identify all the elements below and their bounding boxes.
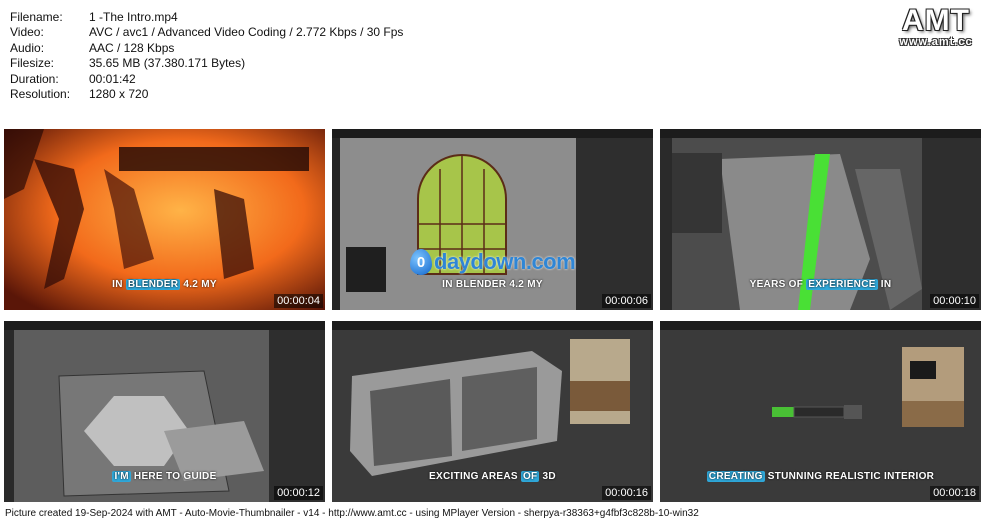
timestamp: 00:00:12 bbox=[274, 486, 323, 500]
file-info-key: Audio: bbox=[10, 40, 45, 55]
caption-word: YEARS OF bbox=[749, 279, 807, 290]
amt-logo: AMT www.amt.cc bbox=[888, 4, 984, 56]
caption-word: EXPERIENCE bbox=[806, 279, 878, 290]
caption-word: I'M bbox=[112, 471, 131, 482]
thumbnail-4[interactable]: I'M HERE TO GUIDE 00:00:12 bbox=[4, 321, 325, 502]
watermark-text: daydown.com bbox=[434, 249, 576, 274]
file-info-value: AVC / avc1 / Advanced Video Coding / 2.7… bbox=[89, 25, 404, 40]
timestamp: 00:00:18 bbox=[930, 486, 979, 500]
timestamp: 00:00:04 bbox=[274, 294, 323, 308]
thumbnail-1[interactable]: IN BLENDER 4.2 MY 00:00:04 bbox=[4, 129, 325, 310]
subtitle-caption: IN BLENDER 4.2 MY bbox=[4, 279, 325, 290]
file-info-key: Duration: bbox=[10, 71, 59, 86]
watermark-drop-icon: 0 bbox=[410, 249, 432, 275]
file-info-row: Audio: AAC / 128 Kbps bbox=[10, 41, 403, 56]
timestamp: 00:00:16 bbox=[602, 486, 651, 500]
file-info-value: 00:01:42 bbox=[89, 71, 136, 86]
subtitle-caption: CREATING STUNNING REALISTIC INTERIOR bbox=[660, 471, 981, 482]
caption-word: HERE TO GUIDE bbox=[130, 471, 217, 482]
caption-word: EXCITING AREAS bbox=[429, 471, 521, 482]
file-info-value: 35.65 MB (37.380.171 Bytes) bbox=[89, 56, 246, 71]
caption-word: BLENDER bbox=[125, 279, 181, 290]
caption-word: 4.2 MY bbox=[180, 279, 217, 290]
thumbnail-3[interactable]: YEARS OF EXPERIENCE IN 00:00:10 bbox=[660, 129, 981, 310]
subtitle-caption: YEARS OF EXPERIENCE IN bbox=[660, 279, 981, 290]
caption-word: 4.2 MY bbox=[506, 279, 543, 290]
footer-credit: Picture created 19-Sep-2024 with AMT - A… bbox=[5, 508, 699, 519]
subtitle-caption: IN BLENDER 4.2 MY bbox=[332, 279, 653, 290]
file-info-value: AAC / 128 Kbps bbox=[89, 40, 175, 55]
file-info-value: 1 -The Intro.mp4 bbox=[89, 10, 178, 24]
caption-word: 3D bbox=[539, 471, 556, 482]
file-info-row: Video: AVC / avc1 / Advanced Video Coding… bbox=[10, 25, 403, 40]
subtitle-caption: I'M HERE TO GUIDE bbox=[4, 471, 325, 482]
watermark: 0 daydown.com bbox=[410, 249, 576, 275]
caption-word: BLENDER bbox=[455, 279, 507, 290]
logo-title: AMT bbox=[902, 4, 970, 37]
caption-word: IN bbox=[112, 279, 126, 290]
file-info-key: Filename: bbox=[10, 10, 63, 24]
file-info-key: Resolution: bbox=[10, 87, 71, 102]
file-info-row: Filesize: 35.65 MB (37.380.171 Bytes) bbox=[10, 56, 403, 71]
thumbnail-5[interactable]: EXCITING AREAS OF 3D 00:00:16 bbox=[332, 321, 653, 502]
caption-word: IN bbox=[442, 279, 456, 290]
file-info-row: Resolution: 1280 x 720 bbox=[10, 87, 403, 102]
file-info-key: Video: bbox=[10, 25, 44, 40]
file-info: Filename: 1 -The Intro.mp4 Video: AVC / avc… bbox=[10, 10, 403, 102]
caption-word: IN bbox=[877, 279, 892, 290]
file-info-row: Filename: 1 -The Intro.mp4 bbox=[10, 10, 403, 25]
timestamp: 00:00:06 bbox=[602, 294, 651, 308]
logo-url: www.amt.cc bbox=[899, 36, 973, 48]
caption-word: STUNNING REALISTIC INTERIOR bbox=[764, 471, 935, 482]
thumbnail-2[interactable]: 0 daydown.com IN BLENDER 4.2 MY 00:00:06 bbox=[332, 129, 653, 310]
file-info-key: Filesize: bbox=[10, 56, 55, 71]
file-info-row: Duration: 00:01:42 bbox=[10, 72, 403, 87]
file-info-value: 1280 x 720 bbox=[89, 87, 149, 102]
timestamp: 00:00:10 bbox=[930, 294, 979, 308]
thumbnail-6[interactable]: CREATING STUNNING REALISTIC INTERIOR 00:0… bbox=[660, 321, 981, 502]
caption-word: CREATING bbox=[706, 471, 765, 482]
caption-word: OF bbox=[520, 471, 540, 482]
subtitle-caption: EXCITING AREAS OF 3D bbox=[332, 471, 653, 482]
